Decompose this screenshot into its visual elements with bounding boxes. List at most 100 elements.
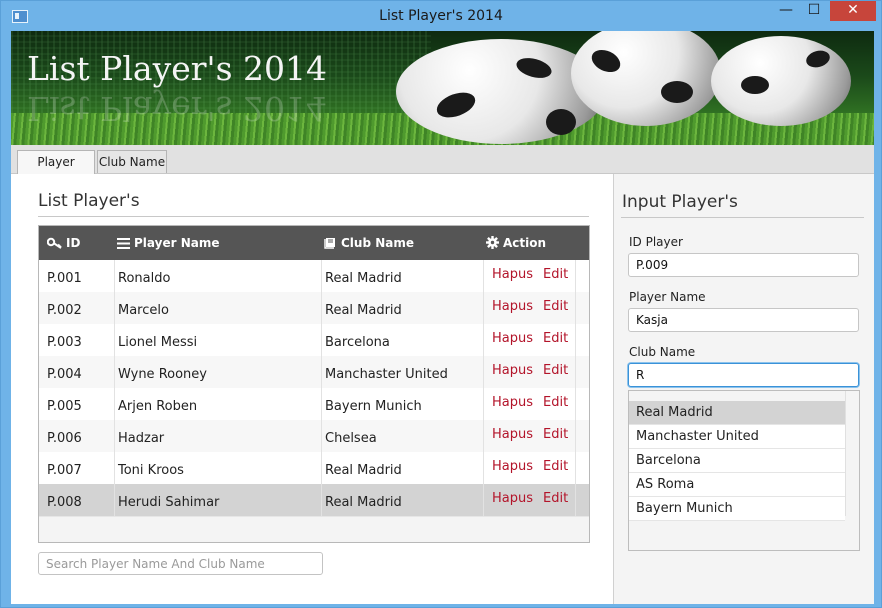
suggestion-option[interactable]: Manchaster United	[629, 425, 845, 449]
banner-title: List Player's 2014	[27, 49, 328, 88]
column-separator	[575, 292, 576, 324]
delete-link[interactable]: Hapus	[492, 356, 533, 386]
cell-club-name: Bayern Munich	[325, 399, 422, 414]
list-icon	[117, 238, 130, 249]
column-separator	[321, 420, 322, 452]
table-row[interactable]: P.004 Wyne Rooney Manchaster United Hapus Ed…	[39, 356, 589, 389]
minimize-button[interactable]: —	[773, 1, 799, 21]
player-name-field[interactable]: Kasja	[628, 308, 859, 332]
column-separator	[321, 324, 322, 356]
cell-id: P.008	[47, 495, 82, 510]
table-header: ID Player Name Club Name Action	[39, 226, 589, 260]
delete-link[interactable]: Hapus	[492, 324, 533, 354]
cell-player-name: Ronaldo	[118, 271, 171, 286]
edit-link[interactable]: Edit	[543, 388, 568, 418]
suggestion-option[interactable]: Barcelona	[629, 449, 845, 473]
edit-link[interactable]: Edit	[543, 420, 568, 450]
search-input[interactable]: Search Player Name And Club Name	[38, 552, 323, 575]
column-header-club[interactable]: Club Name	[324, 226, 414, 260]
id-player-field[interactable]: P.009	[628, 253, 859, 277]
suggestion-option[interactable]: AS Roma	[629, 473, 845, 497]
id-player-label: ID Player	[629, 235, 683, 249]
cell-player-name: Marcelo	[118, 303, 169, 318]
club-name-field[interactable]: R	[628, 363, 859, 387]
edit-link[interactable]: Edit	[543, 292, 568, 322]
table-row[interactable]: P.008 Herudi Sahimar Real Madrid Hapus Edit	[39, 484, 589, 517]
column-separator	[114, 452, 115, 484]
column-separator	[321, 260, 322, 292]
column-header-action-label: Action	[503, 236, 547, 250]
input-panel-title: Input Player's	[622, 192, 738, 212]
column-header-id[interactable]: ID	[46, 226, 80, 260]
table-row[interactable]: P.002 Marcelo Real Madrid Hapus Edit	[39, 292, 589, 325]
column-separator	[575, 356, 576, 388]
column-separator	[483, 452, 484, 484]
delete-link[interactable]: Hapus	[492, 452, 533, 482]
key-icon	[46, 237, 62, 249]
input-panel-divider	[621, 217, 864, 218]
table-row[interactable]: P.003 Lionel Messi Barcelona Hapus Edit	[39, 324, 589, 357]
column-separator	[483, 292, 484, 324]
cell-id: P.003	[47, 335, 82, 350]
column-header-club-label: Club Name	[341, 236, 415, 250]
list-panel-title: List Player's	[38, 191, 140, 211]
edit-link[interactable]: Edit	[543, 484, 568, 514]
player-name-label: Player Name	[629, 290, 706, 304]
cell-club-name: Real Madrid	[325, 303, 402, 318]
column-separator	[483, 260, 484, 292]
cell-id: P.001	[47, 271, 82, 286]
table-row[interactable]: P.006 Hadzar Chelsea Hapus Edit	[39, 420, 589, 453]
club-name-label: Club Name	[629, 345, 696, 359]
delete-link[interactable]: Hapus	[492, 484, 533, 514]
suggestion-option[interactable]: Bayern Munich	[629, 497, 845, 521]
maximize-button[interactable]: ☐	[801, 1, 827, 21]
column-separator	[483, 420, 484, 452]
column-header-action[interactable]: Action	[486, 226, 546, 260]
edit-link[interactable]: Edit	[543, 356, 568, 386]
edit-link[interactable]: Edit	[543, 452, 568, 482]
cell-player-name: Toni Kroos	[118, 463, 184, 478]
suggestion-option[interactable]: Real Madrid	[629, 401, 845, 425]
column-separator	[483, 324, 484, 356]
cell-player-name: Hadzar	[118, 431, 165, 446]
tab-bar: Player Name Club Name	[11, 145, 874, 191]
delete-link[interactable]: Hapus	[492, 388, 533, 418]
delete-link[interactable]: Hapus	[492, 420, 533, 450]
app-window: List Player's 2014 — ☐ ✕ List Player's 2…	[0, 0, 882, 608]
delete-link[interactable]: Hapus	[492, 292, 533, 322]
column-separator	[575, 452, 576, 484]
column-separator	[321, 356, 322, 388]
column-separator	[321, 484, 322, 516]
cell-club-name: Real Madrid	[325, 495, 402, 510]
column-separator	[575, 388, 576, 420]
cell-id: P.004	[47, 367, 82, 382]
table-row[interactable]: P.007 Toni Kroos Real Madrid Hapus Edit	[39, 452, 589, 485]
cell-club-name: Barcelona	[325, 335, 390, 350]
table-row[interactable]: P.001 Ronaldo Real Madrid Hapus Edit	[39, 260, 589, 293]
delete-link[interactable]: Hapus	[492, 260, 533, 290]
cell-player-name: Wyne Rooney	[118, 367, 207, 382]
close-button[interactable]: ✕	[830, 1, 876, 21]
cell-club-name: Manchaster United	[325, 367, 448, 382]
cell-id: P.006	[47, 431, 82, 446]
banner: List Player's 2014 List Player's 2014	[11, 31, 874, 145]
window-content: List Player's 2014 List Player's 2014 Pl…	[11, 31, 874, 604]
tab-player-name[interactable]: Player Name	[17, 150, 95, 191]
suggestion-list-scrollbar[interactable]	[845, 391, 859, 516]
players-table: ID Player Name Club Name Action P.001 Ron…	[38, 225, 590, 543]
column-separator	[483, 484, 484, 516]
cell-player-name: Arjen Roben	[118, 399, 198, 414]
column-separator	[483, 388, 484, 420]
column-separator	[321, 292, 322, 324]
column-separator	[114, 420, 115, 452]
column-header-player-label: Player Name	[134, 236, 220, 250]
column-header-player[interactable]: Player Name	[117, 226, 219, 260]
edit-link[interactable]: Edit	[543, 324, 568, 354]
table-row[interactable]: P.005 Arjen Roben Bayern Munich Hapus Edit	[39, 388, 589, 421]
edit-link[interactable]: Edit	[543, 260, 568, 290]
title-bar[interactable]: List Player's 2014 — ☐ ✕	[1, 1, 881, 31]
tab-club-name[interactable]: Club Name	[97, 150, 167, 173]
column-separator	[321, 388, 322, 420]
list-panel: List Player's ID Player Name Club Name A…	[11, 174, 613, 604]
club-suggestion-list[interactable]: Real Madrid Manchaster United Barcelona AS …	[628, 390, 860, 551]
